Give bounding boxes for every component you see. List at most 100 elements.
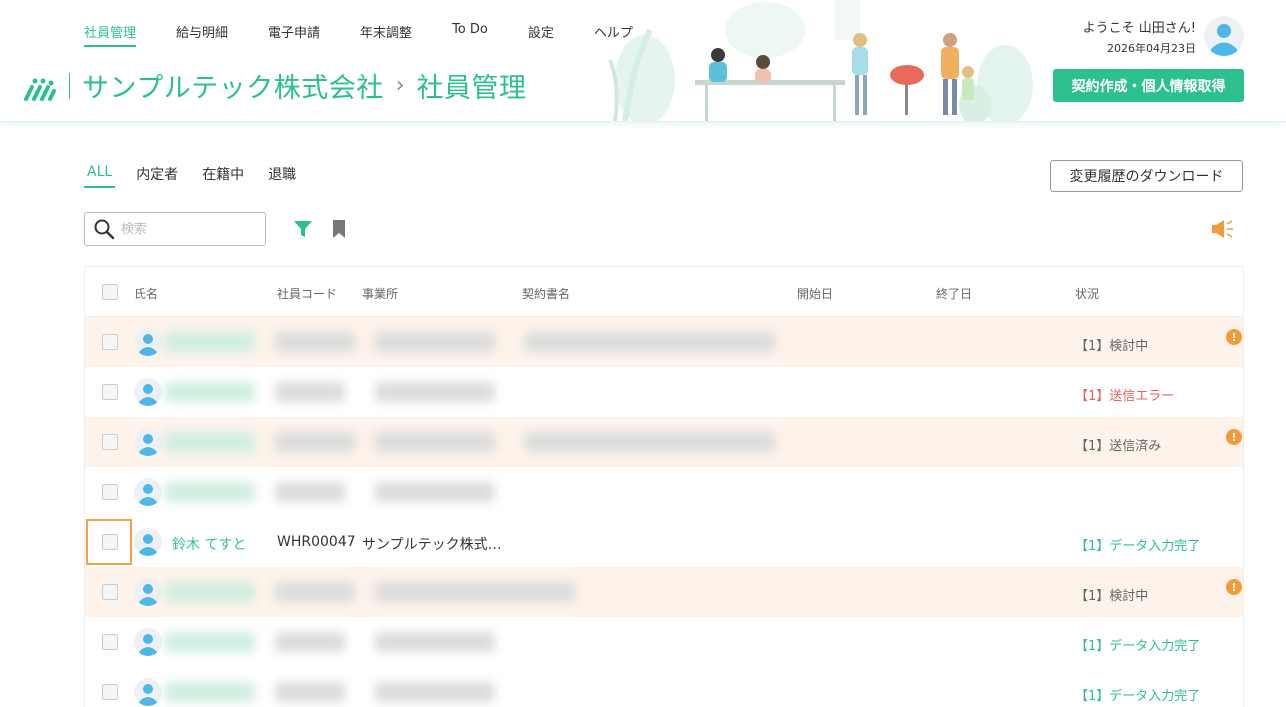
row-checkbox[interactable] <box>102 684 118 700</box>
exclamation-icon[interactable]: ! <box>1226 329 1242 345</box>
user-greeting: ようこそ 山田さん! 2026年04月23日 <box>1083 17 1196 56</box>
search-icon <box>94 219 115 240</box>
table-row[interactable]: 【1】送信エラー <box>85 367 1243 417</box>
row-checkbox[interactable] <box>102 334 118 350</box>
redacted-cell <box>375 332 495 352</box>
exclamation-icon[interactable]: ! <box>1226 579 1242 595</box>
employee-name-link[interactable]: 鈴木 てすと <box>172 534 246 554</box>
nav-item-e-application[interactable]: 電子申請 <box>268 22 320 47</box>
megaphone-icon[interactable] <box>1211 218 1235 240</box>
user-avatar-icon[interactable] <box>1204 16 1244 56</box>
redacted-name <box>165 332 255 352</box>
user-avatar-icon <box>134 578 162 606</box>
user-avatar-icon <box>134 478 162 506</box>
redacted-name <box>165 582 255 602</box>
row-checkbox[interactable] <box>102 434 118 450</box>
table-row[interactable]: 【1】送信済み! <box>85 417 1243 467</box>
redacted-cell <box>275 582 355 602</box>
company-name: サンプルテック株式会社 <box>82 73 384 104</box>
redacted-cell <box>375 482 495 502</box>
exclamation-icon[interactable]: ! <box>1226 429 1242 445</box>
header-status: 状況 <box>1075 287 1100 301</box>
redacted-cell <box>275 332 355 352</box>
user-avatar-icon <box>134 328 162 356</box>
logo-icon <box>24 78 56 101</box>
redacted-name <box>165 482 255 502</box>
nav-item-help[interactable]: ヘルプ <box>594 22 633 47</box>
header-end: 終了日 <box>936 287 973 301</box>
tab-retired[interactable]: 退職 <box>265 164 299 188</box>
row-checkbox[interactable] <box>102 484 118 500</box>
tab-all[interactable]: ALL <box>84 164 116 188</box>
employee-code: WHR00047 <box>277 534 356 550</box>
user-avatar-icon <box>134 628 162 656</box>
redacted-cell <box>275 382 345 402</box>
header-illustration <box>605 0 1035 121</box>
table-row[interactable]: 【1】検討中! <box>85 317 1243 367</box>
redacted-name <box>165 682 255 702</box>
brand-divider <box>69 72 70 99</box>
page-title: サンプルテック株式会社 › 社員管理 <box>24 66 527 105</box>
select-all-checkbox[interactable] <box>102 284 118 300</box>
nav-item-todo[interactable]: To Do <box>452 22 488 47</box>
search-input[interactable] <box>121 221 261 237</box>
row-checkbox[interactable] <box>102 584 118 600</box>
employee-table: 氏名 社員コード 事業所 契約書名 開始日 終了日 状況 【1】検討中! 【1】送… <box>84 266 1244 707</box>
nav-item-payslips[interactable]: 給与明細 <box>176 22 228 47</box>
app-header: 社員管理 給与明細 電子申請 年末調整 To Do 設定 ヘルプ サンプルテック… <box>0 0 1286 122</box>
header-start: 開始日 <box>797 287 834 301</box>
table-row[interactable]: 【1】検討中! <box>85 567 1243 617</box>
search-box <box>84 212 266 246</box>
current-date: 2026年04月23日 <box>1107 42 1196 55</box>
header-code: 社員コード <box>277 287 338 301</box>
download-history-button[interactable]: 変更履歴のダウンロード <box>1050 160 1243 192</box>
status-tabs: ALL 内定者 在籍中 退職 <box>84 164 317 188</box>
header-office: 事業所 <box>362 287 399 301</box>
redacted-name <box>165 632 255 652</box>
redacted-cell <box>375 432 495 452</box>
redacted-cell <box>525 332 775 352</box>
nav-item-employees[interactable]: 社員管理 <box>84 22 137 47</box>
table-row[interactable]: 【1】データ入力完了 <box>85 617 1243 667</box>
redacted-cell <box>525 432 775 452</box>
redacted-cell <box>375 582 575 602</box>
nav-item-settings[interactable]: 設定 <box>528 22 554 47</box>
status-badge: 【1】検討中 <box>1075 589 1149 604</box>
filter-icon[interactable] <box>293 219 313 239</box>
row-checkbox[interactable] <box>102 534 118 550</box>
status-badge: 【1】データ入力完了 <box>1075 689 1201 704</box>
bookmark-icon[interactable] <box>331 219 347 239</box>
user-avatar-icon <box>134 528 162 556</box>
create-contract-button[interactable]: 契約作成・個人情報取得 <box>1053 69 1244 102</box>
status-badge: 【1】送信エラー <box>1075 389 1175 404</box>
status-badge: 【1】データ入力完了 <box>1075 639 1201 654</box>
status-badge: 【1】データ入力完了 <box>1075 539 1201 554</box>
user-avatar-icon <box>134 428 162 456</box>
redacted-cell <box>375 382 495 402</box>
header-name: 氏名 <box>134 287 159 301</box>
redacted-name <box>165 432 255 452</box>
redacted-cell <box>275 432 355 452</box>
redacted-cell <box>275 682 345 702</box>
tab-prospective[interactable]: 内定者 <box>133 164 181 188</box>
user-avatar-icon <box>134 378 162 406</box>
table-header: 氏名 社員コード 事業所 契約書名 開始日 終了日 状況 <box>85 267 1243 317</box>
table-row[interactable]: 【1】データ入力完了 <box>85 667 1243 707</box>
tab-employed[interactable]: 在籍中 <box>199 164 247 188</box>
status-badge: 【1】送信済み <box>1075 439 1162 454</box>
user-avatar-icon <box>134 678 162 706</box>
row-checkbox[interactable] <box>102 384 118 400</box>
office-name: サンプルテック株式会社 <box>362 537 508 553</box>
nav-item-year-end[interactable]: 年末調整 <box>360 22 412 47</box>
redacted-cell <box>275 482 345 502</box>
header-contract: 契約書名 <box>522 287 571 301</box>
redacted-cell <box>375 682 495 702</box>
main-nav: 社員管理 給与明細 電子申請 年末調整 To Do 設定 ヘルプ <box>84 22 673 47</box>
row-checkbox[interactable] <box>102 634 118 650</box>
page-name: 社員管理 <box>416 73 527 104</box>
redacted-name <box>165 382 255 402</box>
table-row[interactable]: 鈴木 てすと WHR00047 サンプルテック株式会社 【1】データ入力完了 <box>85 517 1243 567</box>
table-row[interactable] <box>85 467 1243 517</box>
redacted-cell <box>275 632 345 652</box>
breadcrumb-separator: › <box>395 73 405 98</box>
